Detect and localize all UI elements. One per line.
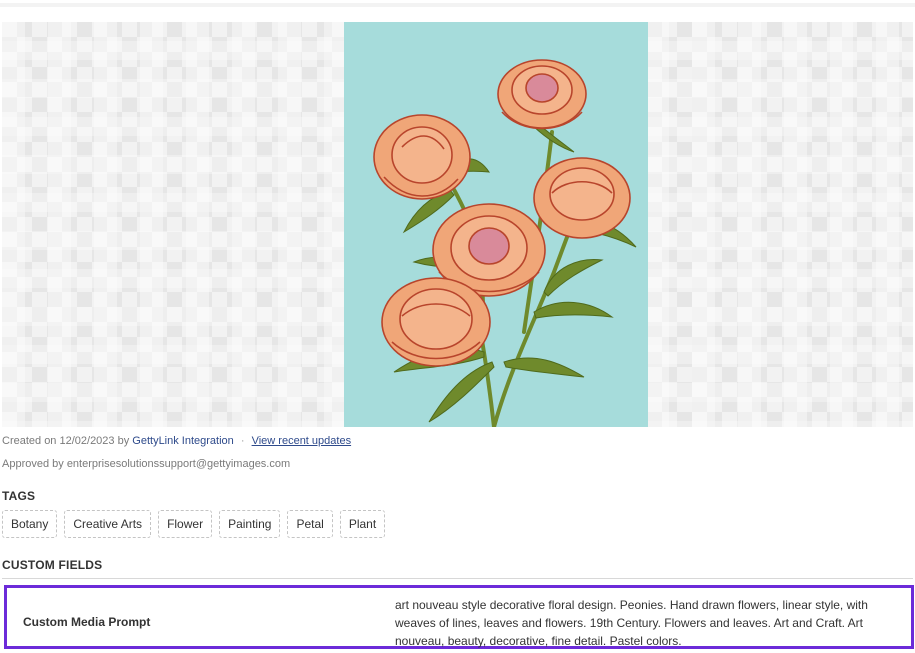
created-prefix: Created on 12/02/2023 by [2,435,130,447]
tags-heading: TAGS [2,489,36,503]
tag-creative-arts[interactable]: Creative Arts [64,510,152,538]
tag-plant[interactable]: Plant [339,510,386,538]
created-author: GettyLink Integration [132,435,234,447]
section-divider [2,578,913,579]
created-info: Created on 12/02/2023 by GettyLink Integ… [2,435,351,447]
separator-dot: · [240,435,245,447]
approved-info: Approved by enterprisesolutionssupport@g… [2,458,291,470]
top-strip [0,0,915,7]
tag-petal[interactable]: Petal [287,510,333,538]
tag-botany[interactable]: Botany [2,510,58,538]
tag-list: Botany Creative Arts Flower Painting Pet… [2,510,386,538]
custom-field-label: Custom Media Prompt [23,615,151,629]
custom-field-value: art nouveau style decorative floral desi… [395,598,868,648]
tag-painting[interactable]: Painting [219,510,281,538]
custom-fields-heading: CUSTOM FIELDS [2,558,103,572]
custom-field-row[interactable]: Custom Media Prompt art nouveau style de… [4,585,914,649]
view-recent-updates-link[interactable]: View recent updates [252,435,351,447]
peony-artwork-image [344,22,648,427]
image-preview[interactable] [2,22,913,427]
tag-flower[interactable]: Flower [158,510,213,538]
